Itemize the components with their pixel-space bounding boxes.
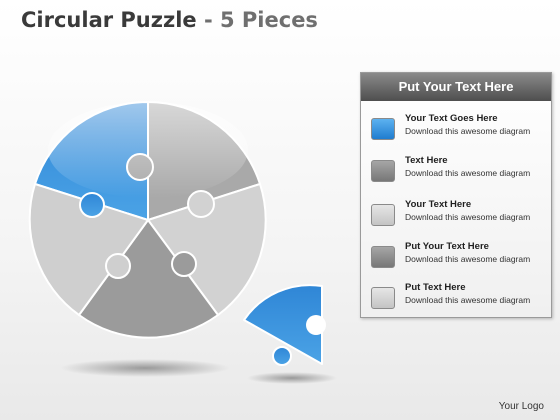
- legend-panel: Put Your Text Here Your Text Goes Here D…: [360, 72, 552, 318]
- swatch-light-gray: [371, 287, 395, 309]
- detached-knob: [306, 315, 326, 335]
- knob-bottom-left: [105, 253, 131, 279]
- logo-text: Your Logo: [498, 401, 544, 412]
- legend-item-title: Your Text Goes Here: [405, 113, 498, 124]
- swatch-light-gray: [371, 204, 395, 226]
- legend-item: Your Text Goes Here Download this awesom…: [371, 113, 546, 143]
- knob-bottom-right: [171, 251, 197, 277]
- puzzle-shadow: [60, 359, 230, 377]
- detached-knob-bottom: [272, 346, 292, 366]
- legend-item: Put Text Here Download this awesome diag…: [371, 282, 546, 312]
- legend-item-title: Your Text Here: [405, 199, 472, 210]
- knob-right: [187, 190, 215, 218]
- swatch-dark-gray: [371, 160, 395, 182]
- legend-item-desc: Download this awesome diagram: [405, 295, 531, 305]
- legend-item-desc: Download this awesome diagram: [405, 212, 531, 222]
- legend-item: Text Here Download this awesome diagram: [371, 155, 546, 185]
- legend-item: Your Text Here Download this awesome dia…: [371, 199, 546, 229]
- legend-item-desc: Download this awesome diagram: [405, 168, 531, 178]
- legend-item-title: Put Your Text Here: [405, 241, 489, 252]
- legend-item-title: Put Text Here: [405, 282, 466, 293]
- panel-header: Put Your Text Here: [361, 73, 551, 101]
- swatch-blue: [371, 118, 395, 140]
- gloss-highlight: [48, 102, 248, 198]
- legend-item-desc: Download this awesome diagram: [405, 126, 531, 136]
- detached-piece: [243, 284, 326, 366]
- piece-shadow: [247, 372, 337, 384]
- swatch-dark-gray: [371, 246, 395, 268]
- legend-item: Put Your Text Here Download this awesome…: [371, 241, 546, 271]
- legend-item-desc: Download this awesome diagram: [405, 254, 531, 264]
- knob-left: [79, 192, 105, 218]
- legend-item-title: Text Here: [405, 155, 448, 166]
